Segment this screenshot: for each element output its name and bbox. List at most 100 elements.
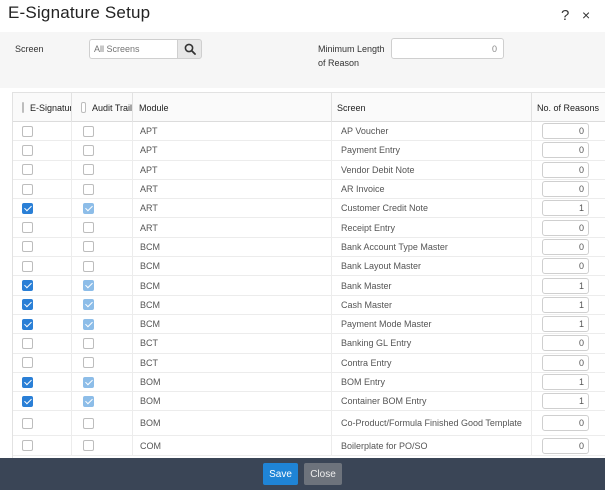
no-of-reasons-input[interactable] <box>542 316 589 333</box>
save-button[interactable]: Save <box>263 463 298 485</box>
audit-trail-checkbox[interactable] <box>83 202 94 214</box>
no-of-reasons-cell <box>532 392 605 410</box>
esignature-checkbox[interactable] <box>22 318 33 330</box>
table-row[interactable]: ART AR Invoice <box>13 179 605 200</box>
grid-body: APTAP VoucherAPTPayment EntryAPTVendor D… <box>13 122 605 456</box>
no-of-reasons-input[interactable] <box>542 161 589 178</box>
no-of-reasons-input[interactable] <box>542 335 589 352</box>
table-row[interactable]: BCM Payment Mode Master <box>13 314 605 335</box>
audit-trail-checkbox[interactable] <box>83 222 94 234</box>
audit-trail-checkbox[interactable] <box>83 318 94 330</box>
table-row[interactable]: BCM Bank Layout Master <box>13 257 605 277</box>
esignature-checkbox[interactable] <box>22 376 33 388</box>
table-row[interactable]: BCM Bank Account Type Master <box>13 237 605 258</box>
table-row[interactable]: BCT Contra Entry <box>13 353 605 373</box>
esignature-checkbox[interactable] <box>22 357 33 369</box>
audit-trail-cell <box>72 392 133 411</box>
no-of-reasons-input[interactable] <box>542 393 589 410</box>
audit-trail-checkbox[interactable] <box>83 337 94 349</box>
no-of-reasons-input[interactable] <box>542 277 589 294</box>
table-row[interactable]: APT Vendor Debit Note <box>13 160 605 180</box>
no-of-reasons-input[interactable] <box>542 200 589 217</box>
col-header-no-of-reasons[interactable]: No. of Reasons <box>532 93 605 122</box>
no-of-reasons-input[interactable] <box>542 415 589 432</box>
esignature-checkbox[interactable] <box>22 395 33 407</box>
close-button[interactable]: Close <box>304 463 342 485</box>
no-of-reasons-input[interactable] <box>542 374 589 390</box>
audit-trail-checkbox[interactable] <box>83 440 94 452</box>
no-of-reasons-cell <box>532 122 605 140</box>
table-row[interactable]: BCT Banking GL Entry <box>13 334 605 354</box>
screen-search-input[interactable] <box>89 39 178 59</box>
no-of-reasons-input[interactable] <box>542 354 589 371</box>
table-row[interactable]: ART Receipt Entry <box>13 218 605 238</box>
audit-trail-checkbox[interactable] <box>83 260 94 272</box>
audit-trail-checkbox[interactable] <box>83 417 94 429</box>
audit-trail-cell <box>72 314 133 334</box>
no-of-reasons-input[interactable] <box>542 142 589 159</box>
esignature-checkbox[interactable] <box>22 417 33 429</box>
table-row[interactable]: BOM Container BOM Entry <box>13 392 605 412</box>
audit-trail-checkbox[interactable] <box>83 280 94 292</box>
no-of-reasons-input[interactable] <box>542 258 589 275</box>
select-all-audit-checkbox[interactable] <box>81 102 86 113</box>
table-row[interactable]: COM Boilerplate for PO/SO <box>13 436 605 456</box>
esignature-cell <box>13 353 72 372</box>
module-cell: ART <box>133 218 332 237</box>
audit-trail-checkbox[interactable] <box>83 144 94 156</box>
col-header-screen[interactable]: Screen <box>332 93 532 122</box>
esignature-checkbox[interactable] <box>22 280 33 292</box>
esignature-cell <box>13 392 72 411</box>
esignature-checkbox[interactable] <box>22 164 33 176</box>
audit-trail-checkbox[interactable] <box>83 183 94 195</box>
audit-trail-checkbox[interactable] <box>83 299 94 311</box>
audit-trail-cell <box>72 276 133 295</box>
audit-trail-checkbox[interactable] <box>83 164 94 176</box>
table-row[interactable]: APT Payment Entry <box>13 141 605 161</box>
no-of-reasons-input[interactable] <box>542 181 589 198</box>
esignature-checkbox[interactable] <box>22 222 33 234</box>
screen-cell: Container BOM Entry <box>332 392 532 411</box>
table-row[interactable]: ART Customer Credit Note <box>13 199 605 219</box>
search-button[interactable] <box>177 39 202 59</box>
module-cell: APT <box>133 141 332 160</box>
esignature-cell <box>13 411 72 436</box>
audit-trail-checkbox[interactable] <box>83 395 94 407</box>
esignature-checkbox[interactable] <box>22 183 33 195</box>
table-row[interactable]: APT AP Voucher <box>13 122 605 142</box>
help-icon[interactable]: ? <box>561 7 569 24</box>
no-of-reasons-input[interactable] <box>542 219 589 236</box>
esignature-checkbox[interactable] <box>22 299 33 311</box>
table-row[interactable]: BCM Bank Master <box>13 276 605 296</box>
screen-cell: Payment Entry <box>332 141 532 160</box>
esignature-checkbox[interactable] <box>22 202 33 214</box>
no-of-reasons-cell <box>532 315 605 333</box>
audit-trail-checkbox[interactable] <box>83 125 94 137</box>
esignature-checkbox[interactable] <box>22 125 33 137</box>
no-of-reasons-cell <box>532 334 605 352</box>
table-row[interactable]: BOM Co-Product/Formula Finished Good Temp… <box>13 411 605 437</box>
esignature-checkbox[interactable] <box>22 144 33 156</box>
esignature-checkbox[interactable] <box>22 260 33 272</box>
no-of-reasons-input[interactable] <box>542 437 589 454</box>
no-of-reasons-input[interactable] <box>542 296 589 313</box>
col-header-module[interactable]: Module <box>133 93 332 122</box>
audit-trail-checkbox[interactable] <box>83 376 94 388</box>
audit-trail-checkbox[interactable] <box>83 241 94 253</box>
min-length-input[interactable] <box>391 38 504 59</box>
esignature-cell <box>13 199 72 218</box>
select-all-esignature-checkbox[interactable] <box>22 102 24 113</box>
module-cell: BCM <box>133 237 332 257</box>
no-of-reasons-cell <box>532 238 605 256</box>
table-row[interactable]: BOM BOM Entry <box>13 372 605 393</box>
esignature-checkbox[interactable] <box>22 241 33 253</box>
close-icon[interactable]: × <box>582 7 590 23</box>
module-cell: BCM <box>133 276 332 295</box>
no-of-reasons-input[interactable] <box>542 238 589 255</box>
esignature-checkbox[interactable] <box>22 440 33 452</box>
audit-trail-checkbox[interactable] <box>83 357 94 369</box>
no-of-reasons-input[interactable] <box>542 123 589 140</box>
esignature-checkbox[interactable] <box>22 337 33 349</box>
table-row[interactable]: BCM Cash Master <box>13 295 605 315</box>
module-cell: ART <box>133 179 332 199</box>
